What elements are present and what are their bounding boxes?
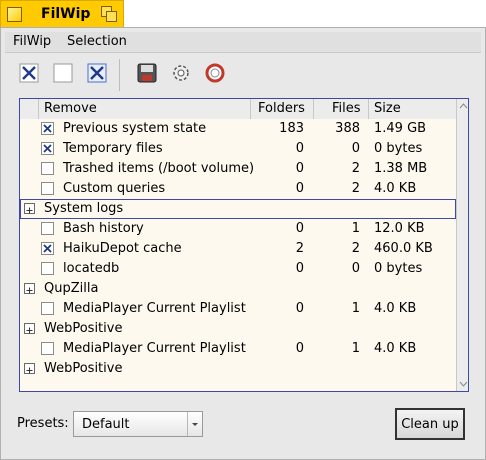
row-checkbox[interactable] (41, 122, 54, 135)
row-folders: 0 (295, 341, 304, 356)
presets-value: Default (82, 417, 130, 432)
table-row[interactable]: locatedb 0 0 0 bytes (20, 259, 456, 279)
row-size: 0 bytes (374, 261, 423, 276)
row-name: Bash history (63, 221, 144, 236)
save-icon[interactable] (137, 63, 157, 83)
row-name: MediaPlayer Current Playlist (63, 301, 246, 316)
row-name: Temporary files (63, 141, 163, 156)
window-tab[interactable]: FilWip (0, 0, 124, 28)
row-checkbox[interactable] (41, 222, 54, 235)
toggle-check-icon[interactable] (87, 63, 107, 83)
row-files: 2 (351, 241, 360, 256)
row-folders: 0 (295, 301, 304, 316)
menu-selection[interactable]: Selection (67, 34, 127, 49)
row-files: 388 (335, 121, 360, 136)
expand-icon[interactable] (24, 323, 35, 334)
column-size[interactable]: Size (374, 101, 401, 116)
group-row[interactable]: System logs (20, 199, 456, 219)
row-checkbox[interactable] (41, 262, 54, 275)
table-row[interactable]: Trashed items (/boot volume) 0 2 1.38 MB (20, 159, 456, 179)
main-window: FilWip Selection Remove Folders Files Si… (0, 27, 486, 460)
row-name: MediaPlayer Current Playlist (63, 341, 246, 356)
close-icon[interactable] (7, 7, 22, 22)
row-size: 4.0 KB (374, 341, 417, 356)
settings-icon[interactable] (171, 63, 191, 83)
table-row[interactable]: Previous system state 183 388 1.49 GB (20, 119, 456, 139)
row-checkbox[interactable] (41, 302, 54, 315)
table-row[interactable]: HaikuDepot cache 2 2 460.0 KB (20, 239, 456, 259)
row-folders: 0 (295, 221, 304, 236)
row-name: Custom queries (63, 181, 166, 196)
row-checkbox[interactable] (41, 142, 54, 155)
row-size: 460.0 KB (374, 241, 433, 256)
row-checkbox[interactable] (41, 182, 54, 195)
row-folders: 0 (295, 261, 304, 276)
vertical-scrollbar[interactable] (456, 99, 468, 391)
row-name: HaikuDepot cache (63, 241, 182, 256)
row-folders: 0 (295, 141, 304, 156)
row-checkbox[interactable] (41, 342, 54, 355)
row-files: 2 (351, 161, 360, 176)
expand-icon[interactable] (24, 363, 35, 374)
row-files: 2 (351, 181, 360, 196)
group-row[interactable]: WebPositive (20, 359, 456, 379)
uncheck-all-icon[interactable] (53, 63, 73, 83)
toolbar (5, 52, 481, 96)
row-files: 1 (351, 221, 360, 236)
row-size: 4.0 KB (374, 181, 417, 196)
clean-up-button[interactable]: Clean up (395, 408, 465, 440)
toolbar-separator (119, 59, 120, 91)
list-rows: Previous system state 183 388 1.49 GB Tempor… (20, 119, 456, 391)
row-size: 12.0 KB (374, 221, 425, 236)
expand-icon[interactable] (24, 203, 35, 214)
row-folders: 2 (295, 241, 304, 256)
group-label: QupZilla (44, 281, 99, 296)
list-header: Remove Folders Files Size (20, 99, 456, 120)
menu-filwip[interactable]: FilWip (13, 34, 51, 49)
row-folders: 0 (295, 161, 304, 176)
chevron-down-icon (187, 412, 202, 436)
group-row[interactable]: QupZilla (20, 279, 456, 299)
row-checkbox[interactable] (41, 242, 54, 255)
help-icon[interactable] (205, 63, 225, 83)
cleanup-list[interactable]: Remove Folders Files Size Previous syste… (19, 98, 469, 392)
presets-dropdown[interactable]: Default (73, 411, 203, 437)
row-files: 1 (351, 301, 360, 316)
row-name: locatedb (63, 261, 120, 276)
row-name: Previous system state (63, 121, 207, 136)
row-files: 0 (351, 141, 360, 156)
column-remove[interactable]: Remove (44, 101, 97, 116)
table-row[interactable]: Bash history 0 1 12.0 KB (20, 219, 456, 239)
window-title: FilWip (41, 6, 91, 22)
row-size: 0 bytes (374, 141, 423, 156)
row-name: Trashed items (/boot volume) (63, 161, 255, 176)
row-files: 1 (351, 341, 360, 356)
row-folders: 183 (279, 121, 304, 136)
column-folders[interactable]: Folders (258, 101, 305, 116)
row-size: 1.38 MB (374, 161, 428, 176)
column-files[interactable]: Files (332, 101, 361, 116)
group-row[interactable]: WebPositive (20, 319, 456, 339)
zoom-icon[interactable] (101, 6, 117, 22)
table-row[interactable]: Custom queries 0 2 4.0 KB (20, 179, 456, 199)
table-row[interactable]: MediaPlayer Current Playlist 0 1 4.0 KB (20, 299, 456, 319)
group-label: WebPositive (44, 361, 123, 376)
group-label: System logs (44, 201, 124, 216)
table-row[interactable]: MediaPlayer Current Playlist 0 1 4.0 KB (20, 339, 456, 359)
menu-bar: FilWip Selection (5, 32, 481, 53)
row-size: 4.0 KB (374, 301, 417, 316)
row-folders: 0 (295, 181, 304, 196)
clean-up-label: Clean up (401, 417, 459, 432)
row-checkbox[interactable] (41, 162, 54, 175)
group-label: WebPositive (44, 321, 123, 336)
row-files: 0 (351, 261, 360, 276)
expand-icon[interactable] (24, 283, 35, 294)
presets-label: Presets: (17, 416, 69, 431)
row-size: 1.49 GB (374, 121, 427, 136)
check-all-icon[interactable] (19, 63, 39, 83)
table-row[interactable]: Temporary files 0 0 0 bytes (20, 139, 456, 159)
